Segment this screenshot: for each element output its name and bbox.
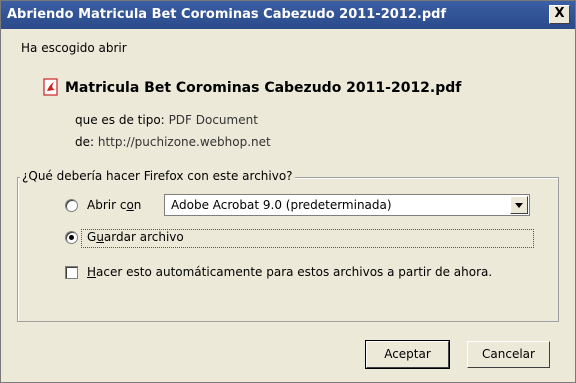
application-select-value: Adobe Acrobat 9.0 (predeterminada) — [171, 198, 392, 212]
close-icon: X — [554, 6, 565, 21]
download-dialog: Abriendo Matricula Bet Corominas Cabezud… — [0, 0, 576, 383]
auto-action-label[interactable]: Hacer esto automáticamente para estos ar… — [87, 265, 492, 279]
group-legend: ¿Qué debería hacer Firefox con este arch… — [20, 169, 295, 183]
application-select[interactable]: Adobe Acrobat 9.0 (predeterminada) — [164, 194, 530, 216]
pdf-icon — [43, 78, 58, 96]
window-title: Abriendo Matricula Bet Corominas Cabezud… — [7, 7, 447, 22]
open-with-label[interactable]: Abrir con — [87, 198, 141, 212]
open-with-radio[interactable] — [65, 199, 78, 212]
file-type-label: que es de tipo: — [75, 113, 165, 127]
save-file-label[interactable]: Guardar archivo — [87, 230, 184, 244]
title-bar[interactable]: Abriendo Matricula Bet Corominas Cabezud… — [1, 1, 575, 29]
auto-action-checkbox[interactable] — [65, 266, 78, 279]
chevron-down-icon[interactable] — [510, 196, 528, 214]
file-type-row: que es de tipo: PDF Document — [75, 113, 258, 127]
cancel-button[interactable]: Cancelar — [467, 341, 550, 368]
file-source-row: de: http://puchizone.webhop.net — [75, 135, 271, 149]
file-name: Matricula Bet Corominas Cabezudo 2011-20… — [65, 80, 462, 96]
file-source-value: http://puchizone.webhop.net — [97, 135, 271, 149]
save-file-radio[interactable] — [65, 231, 78, 244]
close-button[interactable]: X — [549, 5, 570, 24]
radio-selected-dot — [69, 235, 74, 240]
file-type-value: PDF Document — [168, 113, 258, 127]
file-source-label: de: — [75, 135, 95, 149]
intro-text: Ha escogido abrir — [21, 41, 127, 55]
accept-button[interactable]: Aceptar — [365, 340, 450, 369]
